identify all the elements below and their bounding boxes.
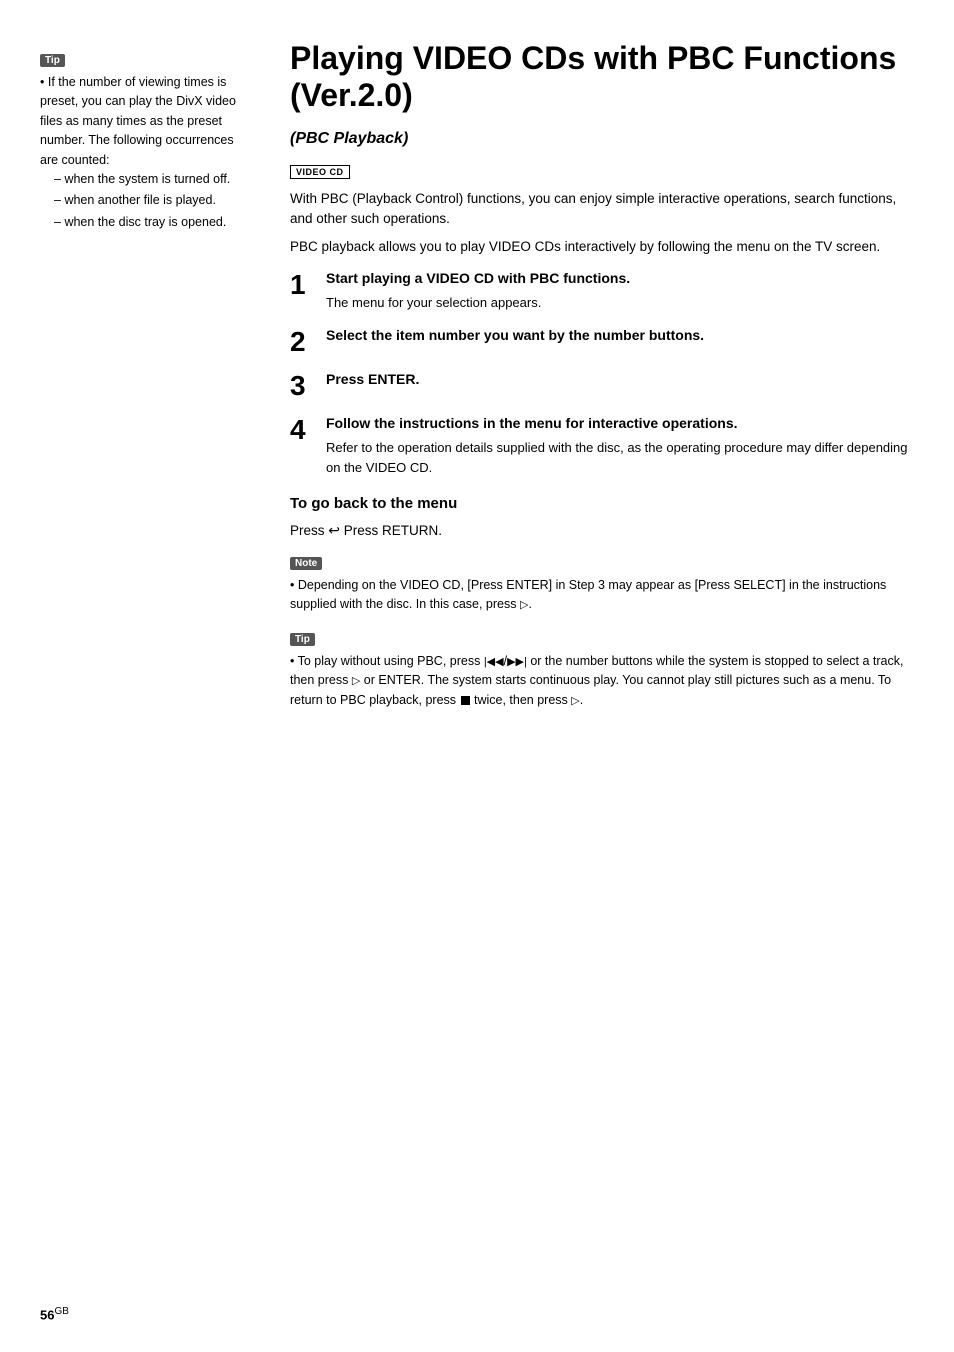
- page: Tip • If the number of viewing times is …: [0, 0, 954, 1352]
- right-column: Playing VIDEO CDs with PBC Functions (Ve…: [270, 40, 914, 1292]
- step-desc-1: The menu for your selection appears.: [326, 293, 914, 313]
- step-3: 3 Press ENTER.: [290, 370, 914, 400]
- step-number-3: 3: [290, 370, 326, 400]
- left-column: Tip • If the number of viewing times is …: [40, 40, 270, 1292]
- left-dash-list: when the system is turned off. when anot…: [40, 170, 250, 232]
- tip-badge-left: Tip: [40, 54, 65, 67]
- note-box: Note • Depending on the VIDEO CD, [Press…: [290, 553, 914, 615]
- step-1: 1 Start playing a VIDEO CD with PBC func…: [290, 269, 914, 312]
- left-tip-bullet: •: [40, 75, 48, 89]
- return-text: Press ↩ Press RETURN.: [290, 522, 914, 539]
- page-number: 56GB: [40, 1306, 69, 1322]
- step-content-1: Start playing a VIDEO CD with PBC functi…: [326, 269, 914, 312]
- step-number-2: 2: [290, 326, 326, 356]
- tip-box-right: Tip • To play without using PBC, press |…: [290, 629, 914, 710]
- step-2: 2 Select the item number you want by the…: [290, 326, 914, 356]
- video-cd-badge: VIDEO CD: [290, 165, 350, 179]
- step-title-3: Press ENTER.: [326, 370, 914, 390]
- list-item: when the disc tray is opened.: [54, 213, 250, 232]
- intro-text-2: PBC playback allows you to play VIDEO CD…: [290, 237, 914, 257]
- step-content-3: Press ENTER.: [326, 370, 914, 394]
- main-title: Playing VIDEO CDs with PBC Functions (Ve…: [290, 40, 914, 114]
- section-heading-back: To go back to the menu: [290, 495, 914, 512]
- play-icon-tip: ▷: [352, 675, 360, 687]
- step-title-4: Follow the instructions in the menu for …: [326, 414, 914, 434]
- step-title-2: Select the item number you want by the n…: [326, 326, 914, 346]
- next-icon: ▶▶|: [507, 656, 527, 668]
- prev-icon: |◀◀: [484, 656, 504, 668]
- subtitle: (PBC Playback): [290, 130, 914, 148]
- step-content-2: Select the item number you want by the n…: [326, 326, 914, 350]
- step-title-1: Start playing a VIDEO CD with PBC functi…: [326, 269, 914, 289]
- list-item: when another file is played.: [54, 191, 250, 210]
- tip-text-right: • To play without using PBC, press |◀◀/▶…: [290, 652, 914, 710]
- step-4: 4 Follow the instructions in the menu fo…: [290, 414, 914, 477]
- play-icon-tip2: ▷: [571, 695, 579, 707]
- intro-text-1: With PBC (Playback Control) functions, y…: [290, 189, 914, 230]
- tip-badge-right: Tip: [290, 633, 315, 646]
- left-tip-text: • If the number of viewing times is pres…: [40, 73, 250, 232]
- step-content-4: Follow the instructions in the menu for …: [326, 414, 914, 477]
- step-number-1: 1: [290, 269, 326, 299]
- return-icon: ↩: [328, 522, 340, 538]
- list-item: when the system is turned off.: [54, 170, 250, 189]
- note-badge: Note: [290, 557, 322, 570]
- play-icon-note: ▷: [520, 599, 528, 611]
- stop-icon-tip: [460, 693, 471, 707]
- steps-container: 1 Start playing a VIDEO CD with PBC func…: [290, 269, 914, 477]
- step-desc-4: Refer to the operation details supplied …: [326, 438, 914, 477]
- step-number-4: 4: [290, 414, 326, 444]
- note-text: • Depending on the VIDEO CD, [Press ENTE…: [290, 576, 914, 615]
